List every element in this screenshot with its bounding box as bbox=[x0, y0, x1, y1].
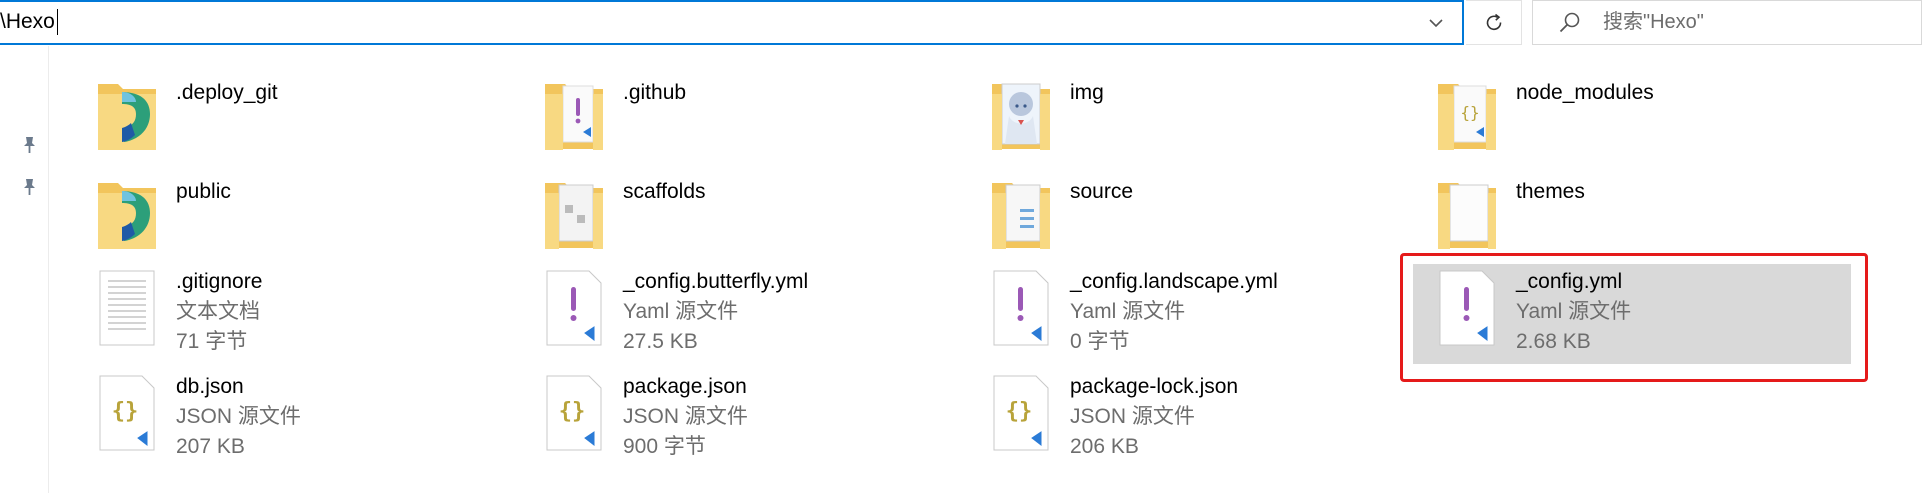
navigation-pane bbox=[0, 46, 49, 493]
folder-item-node-modules[interactable]: {} node_modules bbox=[1436, 76, 1856, 176]
item-name: scaffolds bbox=[623, 180, 706, 203]
search-box[interactable]: 搜索"Hexo" bbox=[1532, 0, 1922, 45]
refresh-icon bbox=[1486, 13, 1502, 31]
folder-item-source[interactable]: source bbox=[990, 175, 1390, 275]
item-name: .deploy_git bbox=[176, 81, 278, 104]
folder-item-deploy-git[interactable]: .deploy_git bbox=[96, 76, 496, 176]
text-caret bbox=[57, 9, 58, 35]
address-bar[interactable]: \Hexo bbox=[0, 0, 1464, 45]
highlight-annotation-box bbox=[1400, 253, 1868, 382]
folder-icon bbox=[98, 183, 156, 249]
item-size: 71 字节 bbox=[176, 330, 248, 353]
svg-text:{}: {} bbox=[112, 399, 139, 424]
item-type: JSON 源文件 bbox=[176, 405, 301, 428]
json-file-icon: {} bbox=[993, 375, 1049, 451]
folder-item-img[interactable]: img bbox=[990, 76, 1390, 176]
item-name: .gitignore bbox=[176, 270, 263, 293]
search-icon bbox=[1559, 12, 1580, 33]
file-item-package-lock-json[interactable]: {} package-lock.json JSON 源文件 206 KB bbox=[990, 370, 1390, 470]
json-file-icon: {} bbox=[546, 375, 602, 451]
item-name: node_modules bbox=[1516, 81, 1654, 104]
yaml-file-icon bbox=[993, 270, 1049, 346]
item-name: _config.landscape.yml bbox=[1070, 270, 1278, 293]
file-item-config-landscape[interactable]: _config.landscape.yml Yaml 源文件 0 字节 bbox=[990, 265, 1390, 365]
item-name: db.json bbox=[176, 375, 244, 398]
folder-icon bbox=[545, 84, 603, 150]
folder-icon bbox=[545, 183, 603, 249]
folder-item-github[interactable]: .github bbox=[543, 76, 943, 176]
item-name: themes bbox=[1516, 180, 1585, 203]
item-type: Yaml 源文件 bbox=[1070, 300, 1186, 323]
item-name: public bbox=[176, 180, 231, 203]
folder-icon bbox=[98, 84, 156, 150]
svg-text:{}: {} bbox=[559, 399, 586, 424]
folder-item-public[interactable]: public bbox=[96, 175, 496, 275]
chevron-down-icon[interactable] bbox=[1424, 11, 1448, 35]
item-size: 900 字节 bbox=[623, 435, 706, 458]
item-size: 27.5 KB bbox=[623, 330, 698, 353]
item-type: 文本文档 bbox=[176, 300, 260, 323]
item-name: package-lock.json bbox=[1070, 375, 1239, 398]
item-size: 0 字节 bbox=[1070, 330, 1130, 353]
folder-item-scaffolds[interactable]: scaffolds bbox=[543, 175, 943, 275]
item-size: 207 KB bbox=[176, 435, 245, 458]
yaml-file-icon bbox=[546, 270, 602, 346]
folder-icon bbox=[1438, 183, 1496, 249]
pin-icon[interactable] bbox=[18, 134, 40, 156]
item-name: .github bbox=[623, 81, 687, 104]
file-item-db-json[interactable]: {} db.json JSON 源文件 207 KB bbox=[96, 370, 496, 470]
item-size: 206 KB bbox=[1070, 435, 1139, 458]
svg-text:{}: {} bbox=[1006, 399, 1033, 424]
folder-icon bbox=[992, 183, 1050, 249]
json-file-icon: {} bbox=[99, 375, 155, 451]
svg-text:{}: {} bbox=[1460, 103, 1479, 122]
file-item-config-butterfly[interactable]: _config.butterfly.yml Yaml 源文件 27.5 KB bbox=[543, 265, 943, 365]
refresh-button[interactable] bbox=[1466, 0, 1522, 45]
item-type: JSON 源文件 bbox=[1070, 405, 1195, 428]
item-type: JSON 源文件 bbox=[623, 405, 748, 428]
folder-icon: {} bbox=[1438, 84, 1496, 150]
folder-icon bbox=[992, 83, 1050, 150]
item-name: img bbox=[1070, 81, 1104, 104]
search-placeholder[interactable]: 搜索"Hexo" bbox=[1603, 10, 1704, 34]
item-name: _config.butterfly.yml bbox=[623, 270, 809, 293]
file-item-package-json[interactable]: {} package.json JSON 源文件 900 字节 bbox=[543, 370, 943, 470]
address-path[interactable]: \Hexo bbox=[0, 10, 55, 34]
pin-icon[interactable] bbox=[18, 176, 40, 198]
item-name: package.json bbox=[623, 375, 747, 398]
item-name: source bbox=[1070, 180, 1134, 203]
text-file-icon bbox=[99, 270, 155, 346]
file-item-gitignore[interactable]: .gitignore 文本文档 71 字节 bbox=[96, 265, 496, 365]
item-type: Yaml 源文件 bbox=[623, 300, 739, 323]
